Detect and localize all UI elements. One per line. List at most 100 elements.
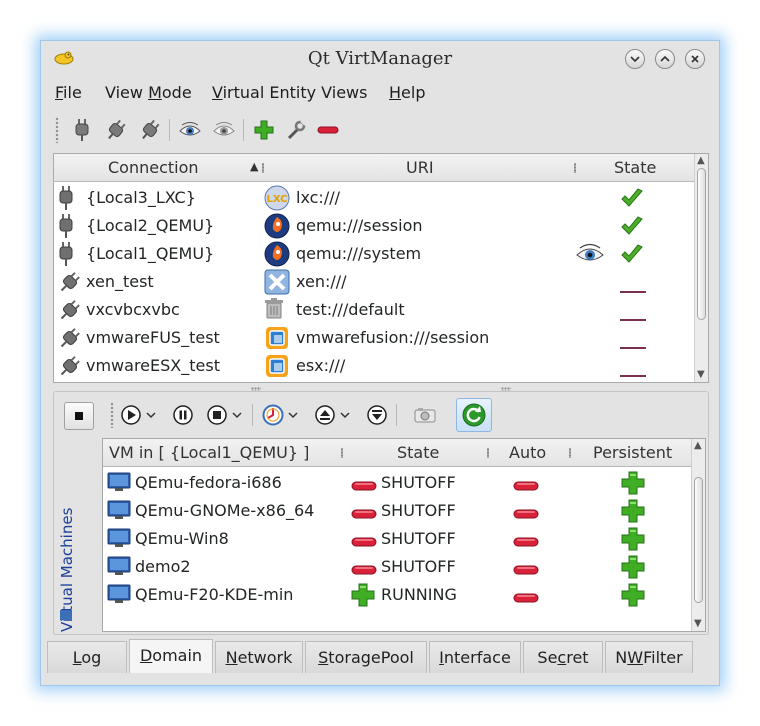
open-connection-button[interactable] [69, 117, 95, 143]
table-row[interactable]: QEmu-F20-KDE-min RUNNING [103, 581, 691, 609]
edit-connection-button[interactable] [283, 117, 309, 143]
tab-log[interactable]: Log [47, 641, 127, 673]
close-button[interactable] [685, 49, 705, 69]
table-row[interactable]: {Local2_QEMU} qemu:///session [54, 212, 694, 240]
start-vm-menu[interactable] [144, 402, 158, 428]
menu-view-mode[interactable]: View Mode [105, 83, 192, 102]
stop-vm-menu[interactable] [230, 402, 244, 428]
table-row[interactable]: {Local1_QEMU} qemu:///system [54, 240, 694, 268]
app-window: Qt VirtManager File View Mode Virtual En… [40, 40, 720, 686]
tab-network[interactable]: Network [215, 641, 303, 673]
vm-table[interactable]: VM in [ {Local1_QEMU} ] State Auto Persi… [102, 438, 706, 632]
tab-nwfilter[interactable]: NWFilter [605, 641, 693, 673]
tab-domain[interactable]: Domain [129, 639, 213, 673]
monitor-icon [107, 556, 131, 580]
plug-disconnected-icon [58, 270, 82, 298]
header-uri[interactable]: URI [406, 158, 434, 177]
menu-help[interactable]: Help [389, 83, 425, 102]
qemu-driver-icon [264, 213, 290, 243]
plus-icon [621, 555, 645, 583]
minus-icon [317, 126, 339, 134]
stop-vm-button[interactable] [204, 402, 230, 428]
monitor-icon [60, 610, 72, 620]
connection-name: {Local2_QEMU} [86, 216, 215, 235]
header-separator[interactable] [262, 163, 264, 173]
toolbar-grip[interactable] [110, 402, 114, 428]
connections-scrollbar[interactable]: ▲ ▼ [694, 154, 708, 382]
upload-vm-menu[interactable] [338, 402, 352, 428]
stop-circle-icon [207, 405, 227, 425]
table-row[interactable]: vxcvbcxvbc test:///default [54, 296, 694, 324]
connection-name: vxcvbcxvbc [86, 300, 180, 319]
header-separator[interactable] [569, 448, 571, 458]
header-vm-state[interactable]: State [397, 443, 439, 462]
tab-storagepool[interactable]: StoragePool [305, 641, 427, 673]
minimize-button[interactable] [625, 49, 645, 69]
connections-table[interactable]: Connection ▲ URI State {Local3_LXC} LXC lx… [53, 153, 709, 383]
chevron-down-icon [630, 56, 640, 63]
table-row[interactable]: QEmu-GNOMe-x86_64 SHUTOFF [103, 497, 691, 525]
plus-icon [621, 471, 645, 499]
overview-off-button[interactable] [211, 117, 237, 143]
header-separator[interactable] [487, 448, 489, 458]
header-vm-auto[interactable]: Auto [509, 443, 546, 462]
vm-state: RUNNING [381, 585, 457, 604]
tab-secret[interactable]: Secret [523, 641, 603, 673]
overview-button[interactable] [177, 117, 203, 143]
table-row[interactable]: demo2 SHUTOFF [103, 553, 691, 581]
table-row[interactable]: QEmu-fedora-i686 SHUTOFF [103, 469, 691, 497]
header-connection[interactable]: Connection [108, 158, 199, 177]
maximize-button[interactable] [655, 49, 675, 69]
start-vm-button[interactable] [118, 402, 144, 428]
close-connection-button[interactable] [103, 117, 129, 143]
minus-icon [513, 561, 539, 580]
pause-vm-button[interactable] [170, 402, 196, 428]
create-vm-button[interactable] [260, 402, 286, 428]
snapshot-button[interactable] [412, 402, 438, 428]
menu-file[interactable]: File [55, 83, 82, 102]
toolbar-grip[interactable] [55, 117, 59, 143]
scroll-down-icon[interactable]: ▼ [694, 619, 702, 629]
create-vm-menu[interactable] [286, 402, 300, 428]
plug-connected-icon [58, 242, 74, 270]
menu-virtual-entity-views[interactable]: Virtual Entity Views [212, 83, 367, 102]
table-row[interactable]: vmwareFUS_test vmwarefusion:///session [54, 324, 694, 352]
plug-connected-icon [58, 214, 74, 242]
tab-interface[interactable]: Interface [429, 641, 521, 673]
plug-disconnected-icon [58, 298, 82, 326]
table-row[interactable]: {Local3_LXC} LXC lxc:/// [54, 184, 694, 212]
eye-icon [179, 122, 201, 136]
refresh-button[interactable] [456, 398, 492, 432]
header-vm-persistent[interactable]: Persistent [593, 443, 672, 462]
create-connection-button[interactable] [251, 117, 277, 143]
plus-icon [351, 583, 375, 611]
plug-disconnected-icon [142, 119, 160, 140]
vm-scrollbar[interactable]: ▲ ▼ [691, 439, 705, 631]
dock-stop-button[interactable] [64, 402, 94, 430]
title-bar[interactable]: Qt VirtManager [41, 41, 719, 77]
connection-name: xen_test [86, 272, 154, 291]
header-state[interactable]: State [614, 158, 656, 177]
close-all-connections-button[interactable] [137, 117, 163, 143]
scroll-up-icon[interactable]: ▲ [694, 441, 702, 451]
scrollbar-thumb[interactable] [694, 477, 703, 603]
upload-vm-button[interactable] [312, 402, 338, 428]
table-row[interactable]: xen_test xen:/// [54, 268, 694, 296]
table-row[interactable]: QEmu-Win8 SHUTOFF [103, 525, 691, 553]
table-row[interactable]: vmwareESX_test esx:/// [54, 352, 694, 380]
header-separator[interactable] [574, 163, 576, 173]
download-vm-button[interactable] [364, 402, 390, 428]
connection-name: vmwareFUS_test [86, 328, 220, 347]
scroll-up-icon[interactable]: ▲ [697, 156, 705, 166]
delete-connection-button[interactable] [315, 117, 341, 143]
test-driver-icon [264, 297, 284, 323]
header-vm-name[interactable]: VM in [ {Local1_QEMU} ] [109, 443, 309, 462]
scrollbar-thumb[interactable] [697, 168, 706, 320]
header-separator[interactable] [341, 448, 343, 458]
eye-icon [213, 122, 235, 136]
scroll-down-icon[interactable]: ▼ [697, 370, 705, 380]
chevron-down-icon [146, 412, 156, 419]
vm-state: SHUTOFF [381, 529, 456, 548]
wrench-icon [287, 120, 306, 140]
window-title: Qt VirtManager [307, 48, 453, 69]
